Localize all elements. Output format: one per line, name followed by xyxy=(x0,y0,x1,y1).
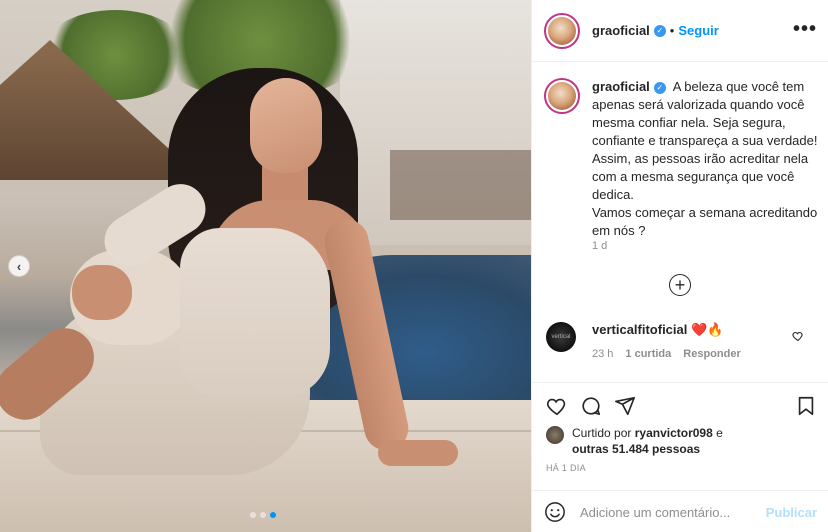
model-hand xyxy=(378,440,458,466)
model-hand xyxy=(72,265,132,320)
comment-input[interactable] xyxy=(580,504,760,520)
model-dress-top xyxy=(180,228,330,398)
separator-dot: • xyxy=(669,23,675,38)
verified-badge-icon: ✓ xyxy=(653,81,666,94)
likes-prefix: Curtido por xyxy=(572,426,632,440)
liker-username[interactable]: ryanvictor098 xyxy=(635,426,713,440)
send-icon[interactable] xyxy=(614,395,636,417)
liker-avatar[interactable] xyxy=(546,426,564,444)
comment-like-heart-icon[interactable] xyxy=(792,330,804,342)
comment-likes[interactable]: 1 curtida xyxy=(625,348,671,360)
comment-time[interactable]: 23 h xyxy=(592,348,613,360)
carousel-dot xyxy=(250,512,256,518)
add-comment-bar: Publicar xyxy=(532,490,828,532)
caption: graoficial ✓ A beleza que você tem apenas… xyxy=(544,78,824,240)
carousel-prev-button[interactable]: ‹ xyxy=(8,255,30,277)
carousel-dot-active xyxy=(270,512,276,518)
avatar[interactable] xyxy=(544,12,580,49)
caption-text: A beleza que você tem apenas será valori… xyxy=(592,79,818,238)
comment-icon[interactable] xyxy=(580,395,602,417)
caption-timestamp[interactable]: 1 d xyxy=(592,240,607,252)
model-face xyxy=(250,78,322,173)
post-actions-section: Curtido por ryanvictor098 e outras 51.48… xyxy=(532,382,828,532)
header-username[interactable]: graoficial xyxy=(592,23,650,38)
background-balcony xyxy=(390,150,531,220)
carousel-dot xyxy=(260,512,266,518)
caption-text-block: graoficial ✓ A beleza que você tem apenas… xyxy=(592,78,820,240)
post-timestamp[interactable]: HÁ 1 DIA xyxy=(546,463,586,473)
heart-icon[interactable] xyxy=(546,395,568,417)
emoji-icon[interactable] xyxy=(544,501,566,523)
post-photo[interactable]: ‹ xyxy=(0,0,531,532)
comment-avatar[interactable]: vertical xyxy=(546,322,576,352)
reply-button[interactable]: Responder xyxy=(683,348,740,360)
likes-summary: Curtido por ryanvictor098 e outras 51.48… xyxy=(546,425,723,457)
avatar[interactable] xyxy=(544,78,580,114)
more-options-icon[interactable]: ••• xyxy=(793,18,817,41)
chevron-left-icon: ‹ xyxy=(16,258,22,274)
publish-button[interactable]: Publicar xyxy=(766,505,817,520)
bookmark-icon[interactable] xyxy=(795,395,817,417)
comment-avatar-text: vertical xyxy=(551,334,571,340)
post-header: graoficial ✓ • Seguir ••• xyxy=(532,0,828,62)
verified-badge-icon: ✓ xyxy=(653,24,666,37)
post-sidebar: graoficial ✓ • Seguir ••• graoficial ✓ A … xyxy=(531,0,828,532)
follow-button[interactable]: Seguir xyxy=(678,23,718,38)
comment-username[interactable]: verticalfitoficial xyxy=(592,322,687,337)
load-more-comments-button[interactable]: + xyxy=(669,274,691,296)
likes-others-link[interactable]: outras 51.484 pessoas xyxy=(572,442,700,456)
comment-item: vertical verticalfitoficial ❤️🔥 23 h 1 c… xyxy=(546,322,821,360)
plus-circle-icon: + xyxy=(674,275,686,295)
likes-connector: e xyxy=(716,426,723,440)
comment-text: ❤️🔥 xyxy=(691,322,724,337)
caption-username[interactable]: graoficial xyxy=(592,79,650,94)
carousel-indicator xyxy=(250,512,276,518)
